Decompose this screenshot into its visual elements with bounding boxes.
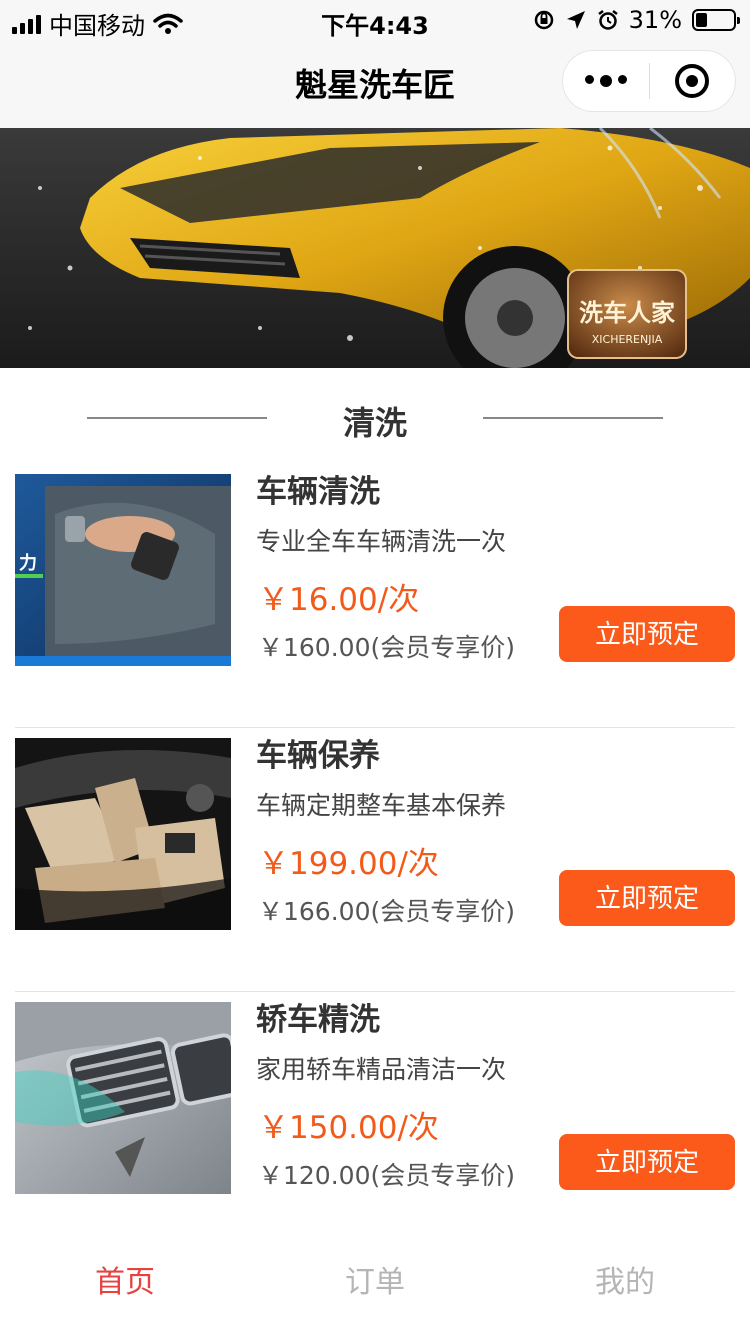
mini-program-capsule	[562, 50, 736, 112]
location-icon	[566, 11, 585, 29]
member-price: ￥160.00(会员专享价)	[258, 633, 515, 662]
thumb-overlay-text: 力	[19, 553, 37, 574]
tab-orders[interactable]: 订单	[250, 1234, 500, 1334]
service-price: ￥150.00/次	[258, 1110, 439, 1146]
section-title: 清洗	[342, 404, 407, 442]
service-description: 家用轿车精品清洁一次	[256, 1055, 507, 1084]
member-price: ￥166.00(会员专享价)	[258, 897, 515, 926]
service-item[interactable]: 轿车精洗 家用轿车精品清洁一次 ￥150.00/次 ￥120.00(会员专享价)…	[0, 992, 750, 1256]
service-name: 轿车精洗	[256, 1002, 380, 1038]
status-bar: 中国移动 下午4:43 31%	[0, 0, 750, 40]
section-header: 清洗	[0, 390, 750, 446]
battery-percent: 31%	[628, 6, 682, 34]
book-now-button[interactable]: 立即预定	[559, 606, 735, 662]
banner-car-image: 洗车人家 XICHERENJIA	[0, 128, 750, 368]
service-item[interactable]: 车辆保养 车辆定期整车基本保养 ￥199.00/次 ￥166.00(会员专享价)…	[0, 728, 750, 992]
more-dots-icon[interactable]	[563, 75, 649, 87]
service-price: ￥199.00/次	[258, 846, 439, 882]
orientation-lock-icon	[534, 10, 553, 30]
tab-bar: 首页 订单 我的	[0, 1234, 750, 1334]
service-name: 车辆保养	[256, 738, 380, 774]
service-name: 车辆清洗	[256, 474, 380, 510]
page: 中国移动 下午4:43 31% 魁星洗车匠 洗车人家 XICHERENJIA 清…	[0, 0, 750, 1334]
book-now-button[interactable]: 立即预定	[559, 1134, 735, 1190]
banner-carousel[interactable]: 洗车人家 XICHERENJIA	[0, 128, 750, 368]
tab-mine[interactable]: 我的	[500, 1234, 750, 1334]
service-description: 车辆定期整车基本保养	[256, 791, 507, 820]
service-price: ￥16.00/次	[258, 582, 420, 618]
book-now-button[interactable]: 立即预定	[559, 870, 735, 926]
service-thumbnail-washing: 力	[15, 474, 231, 666]
target-close-icon[interactable]	[650, 64, 736, 98]
alarm-icon	[597, 10, 618, 30]
banner-badge-text: 洗车人家	[579, 299, 675, 327]
nav-bar: 魁星洗车匠	[0, 40, 750, 128]
member-price: ￥120.00(会员专享价)	[258, 1161, 515, 1190]
section-divider-right	[483, 417, 663, 419]
service-thumbnail-air-vent	[15, 1002, 231, 1194]
battery-icon	[692, 9, 740, 31]
tab-home[interactable]: 首页	[0, 1234, 250, 1334]
service-description: 专业全车车辆清洗一次	[256, 527, 507, 556]
service-item[interactable]: 力 车辆清洗 专业全车车辆清洗一次 ￥16.00/次 ￥160.00(会员专享价…	[0, 464, 750, 728]
status-right: 31%	[533, 6, 740, 34]
banner-badge-subtext: XICHERENJIA	[592, 333, 663, 346]
service-thumbnail-interior	[15, 738, 231, 930]
